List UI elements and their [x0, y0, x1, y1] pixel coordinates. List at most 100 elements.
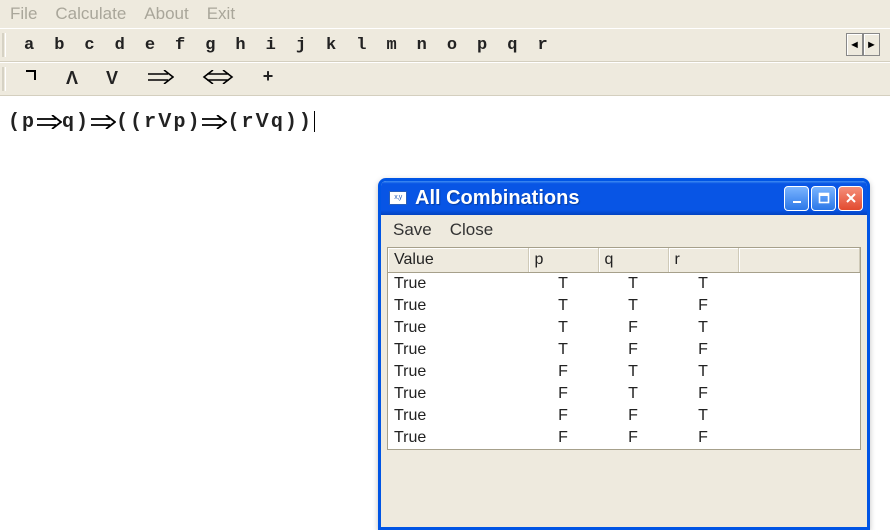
column-header-pad[interactable] [738, 248, 860, 273]
var-button-r[interactable]: r [527, 34, 557, 57]
cell-value: True [388, 317, 528, 339]
var-button-q[interactable]: q [497, 34, 527, 57]
cell-pad [738, 361, 860, 383]
minimize-button[interactable] [784, 186, 809, 211]
expression-text: (pq)((rVp)(rVq)) [8, 111, 313, 134]
dialog-menu-close[interactable]: Close [450, 220, 493, 240]
not-op-button[interactable] [14, 66, 56, 92]
table-row[interactable]: TrueTFT [388, 317, 860, 339]
var-button-g[interactable]: g [195, 34, 225, 57]
or-op-button[interactable]: V [96, 66, 136, 92]
all-combinations-dialog: x,y All Combinations Save Close Valuepqr… [378, 178, 870, 530]
cell-r: F [668, 295, 738, 317]
dialog-titlebar[interactable]: x,y All Combinations [381, 181, 867, 215]
cell-pad [738, 339, 860, 361]
var-button-l[interactable]: l [346, 34, 376, 57]
var-button-m[interactable]: m [376, 34, 406, 57]
operator-toolbar: ΛV + [0, 62, 890, 96]
cell-q: T [598, 295, 668, 317]
cell-value: True [388, 383, 528, 405]
cell-value: True [388, 273, 528, 296]
close-icon [845, 192, 857, 204]
menu-calculate[interactable]: Calculate [55, 4, 126, 24]
var-button-n[interactable]: n [407, 34, 437, 57]
var-button-d[interactable]: d [105, 34, 135, 57]
cell-value: True [388, 405, 528, 427]
cell-value: True [388, 361, 528, 383]
and-op-button[interactable]: Λ [56, 66, 96, 92]
app-icon: x,y [389, 191, 407, 205]
cell-pad [738, 273, 860, 296]
cell-pad [738, 405, 860, 427]
var-button-f[interactable]: f [165, 34, 195, 57]
cell-pad [738, 295, 860, 317]
cell-r: T [668, 361, 738, 383]
table-row[interactable]: TrueFTF [388, 383, 860, 405]
plus-op-button[interactable]: + [252, 66, 292, 92]
cell-q: T [598, 273, 668, 296]
toolbar-scroll-right-button[interactable]: ► [863, 33, 880, 56]
cell-q: F [598, 317, 668, 339]
column-header-q[interactable]: q [598, 248, 668, 273]
cell-q: F [598, 405, 668, 427]
cell-q: T [598, 361, 668, 383]
close-button[interactable] [838, 186, 863, 211]
triangle-right-icon: ► [866, 39, 877, 51]
menu-exit[interactable]: Exit [207, 4, 235, 24]
var-button-k[interactable]: k [316, 34, 346, 57]
text-cursor-icon [314, 111, 315, 132]
cell-q: T [598, 383, 668, 405]
cell-p: T [528, 317, 598, 339]
triangle-left-icon: ◄ [849, 39, 860, 51]
menu-file[interactable]: File [10, 4, 37, 24]
iff-op-button[interactable] [192, 66, 252, 92]
cell-p: T [528, 273, 598, 296]
table-row[interactable]: TrueTTF [388, 295, 860, 317]
dialog-title: All Combinations [415, 187, 784, 210]
var-button-c[interactable]: c [74, 34, 104, 57]
var-button-b[interactable]: b [44, 34, 74, 57]
cell-r: F [668, 339, 738, 361]
expression-editor[interactable]: (pq)((rVp)(rVq)) [0, 96, 890, 148]
cell-p: T [528, 295, 598, 317]
dialog-menubar: Save Close [381, 215, 867, 245]
table-row[interactable]: TrueFTT [388, 361, 860, 383]
maximize-button[interactable] [811, 186, 836, 211]
toolbar-scroll-left-button[interactable]: ◄ [846, 33, 863, 56]
table-row[interactable]: TrueTTT [388, 273, 860, 296]
menu-about[interactable]: About [144, 4, 188, 24]
var-button-a[interactable]: a [14, 34, 44, 57]
cell-p: F [528, 405, 598, 427]
table-row[interactable]: TrueFFF [388, 427, 860, 449]
dialog-menu-save[interactable]: Save [393, 220, 432, 240]
cell-r: T [668, 405, 738, 427]
toolbar-grip-icon [2, 33, 6, 57]
cell-pad [738, 383, 860, 405]
cell-r: T [668, 317, 738, 339]
truth-table: Valuepqr TrueTTTTrueTTFTrueTFTTrueTFFTru… [387, 247, 861, 450]
column-header-value[interactable]: Value [388, 248, 528, 273]
cell-r: F [668, 427, 738, 449]
table-row[interactable]: TrueFFT [388, 405, 860, 427]
cell-pad [738, 317, 860, 339]
cell-r: T [668, 273, 738, 296]
cell-value: True [388, 295, 528, 317]
toolbar-grip-icon [2, 67, 6, 91]
var-button-j[interactable]: j [286, 34, 316, 57]
column-header-r[interactable]: r [668, 248, 738, 273]
cell-pad [738, 427, 860, 449]
var-button-o[interactable]: o [437, 34, 467, 57]
cell-p: F [528, 361, 598, 383]
table-row[interactable]: TrueTFF [388, 339, 860, 361]
var-button-h[interactable]: h [225, 34, 255, 57]
cell-q: F [598, 427, 668, 449]
implies-op-button[interactable] [136, 66, 192, 92]
cell-p: F [528, 383, 598, 405]
variable-toolbar: abcdefghijklmnopqr ◄ ► [0, 28, 890, 62]
cell-q: F [598, 339, 668, 361]
var-button-e[interactable]: e [135, 34, 165, 57]
cell-p: F [528, 427, 598, 449]
var-button-p[interactable]: p [467, 34, 497, 57]
var-button-i[interactable]: i [256, 34, 286, 57]
column-header-p[interactable]: p [528, 248, 598, 273]
